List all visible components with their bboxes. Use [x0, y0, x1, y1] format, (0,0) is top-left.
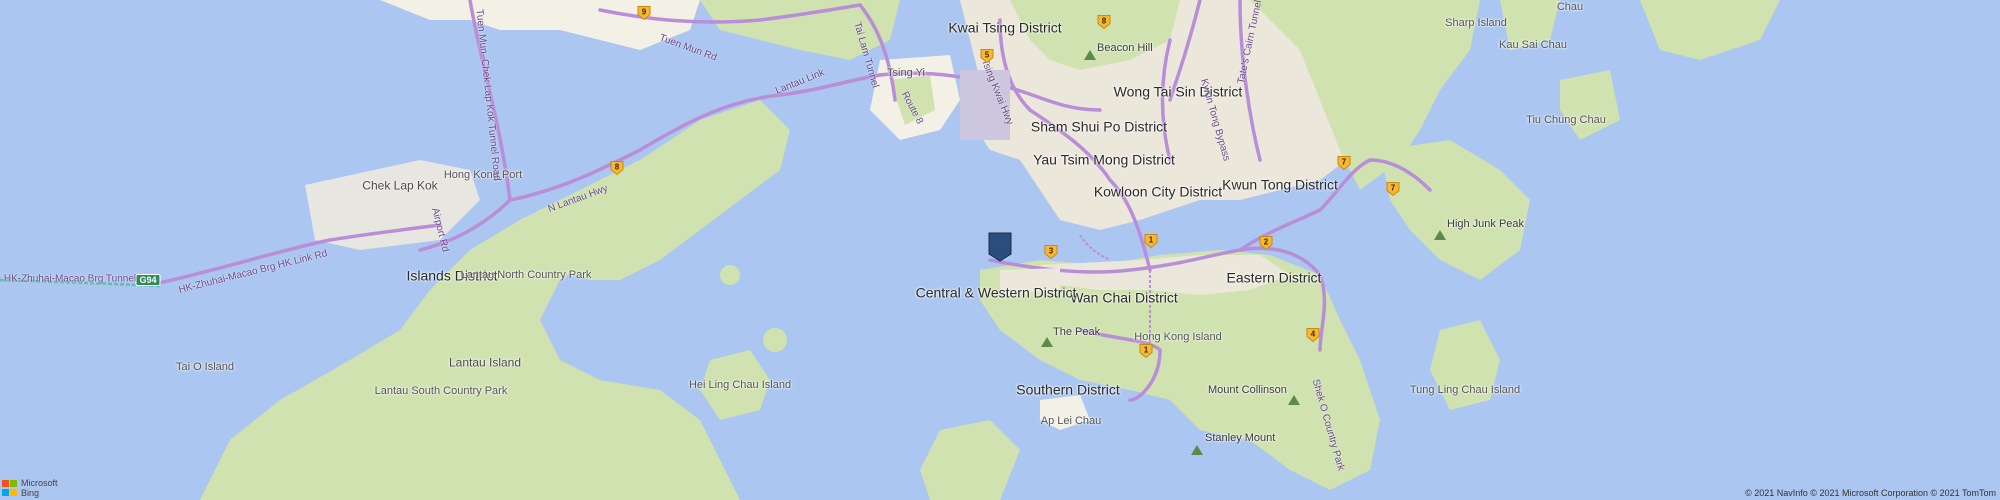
place-label-sharp-island: Sharp Island [1445, 16, 1507, 29]
mountain-icon [1434, 230, 1446, 240]
route-shield-icon: 2 [1259, 236, 1273, 251]
poi-label-beacon-hill: Beacon Hill [1097, 41, 1153, 54]
place-label-hong-kong-island: Hong Kong Island [1134, 330, 1222, 343]
route-badge-g94: G94 [135, 274, 161, 286]
place-label-tai-o: Tai O Island [175, 360, 235, 373]
district-label-southern: Southern District [1016, 381, 1120, 398]
route-shield-icon: 7 [1386, 182, 1400, 197]
bing-brand[interactable]: Microsoft Bing [2, 478, 58, 498]
place-label-chau: Chau [1556, 0, 1584, 13]
poi-label-high-junk-peak: High Junk Peak [1447, 217, 1525, 230]
copyright-text: © 2021 NavInfo © 2021 Microsoft Corporat… [1745, 488, 1996, 498]
route-shield-icon: 4 [1306, 328, 1320, 343]
location-pin-icon[interactable] [988, 232, 1012, 262]
district-label-wong-tai-sin: Wong Tai Sin District [1113, 83, 1243, 100]
route-shield-icon: 7 [1337, 156, 1351, 171]
place-label-tiu-chung-chau: Tiu Chung Chau [1526, 113, 1606, 126]
district-label-wan-chai: Wan Chai District [1070, 289, 1178, 306]
route-shield-icon: 8 [1097, 15, 1111, 30]
mountain-icon [1191, 445, 1203, 455]
poi-label-stanley-mount: Stanley Mount [1205, 431, 1276, 444]
mountain-icon [1084, 50, 1096, 60]
district-label-kowloon-city: Kowloon City District [1093, 183, 1223, 200]
place-label-tung-ling-chau: Tung Ling Chau Island [1409, 383, 1521, 396]
route-shield-icon: 5 [980, 49, 994, 64]
place-label-hei-ling-chau: Hei Ling Chau Island [688, 378, 792, 391]
place-label-kau-sai-chau: Kau Sai Chau [1499, 38, 1567, 51]
mountain-icon [1288, 395, 1300, 405]
district-label-kwun-tong: Kwun Tong District [1222, 176, 1338, 193]
place-label-lantau-island: Lantau Island [448, 355, 522, 370]
place-label-ap-lei-chau: Ap Lei Chau [1040, 414, 1102, 427]
poi-label-mount-collinson: Mount Collinson [1208, 383, 1287, 396]
place-label-hong-kong-port: Hong Kong Port [443, 168, 523, 181]
map-canvas[interactable]: Kwai Tsing District Wong Tai Sin Distric… [0, 0, 2000, 500]
place-label-chek-lap-kok: Chek Lap Kok [362, 178, 438, 193]
district-label-yau-tsim-mong: Yau Tsim Mong District [1033, 151, 1175, 168]
district-label-kwai-tsing: Kwai Tsing District [948, 19, 1062, 36]
route-shield-icon: 9 [637, 6, 651, 21]
poi-label-the-peak: The Peak [1053, 325, 1101, 338]
route-shield-icon: 8 [610, 161, 624, 176]
brand-line2: Bing [21, 488, 40, 498]
route-shield-icon: 1 [1144, 234, 1158, 249]
place-label-tsing-yi: Tsing Yi [887, 66, 925, 79]
route-shield-icon: 3 [1044, 245, 1058, 260]
district-label-eastern: Eastern District [1226, 269, 1322, 286]
microsoft-logo-icon [2, 480, 18, 496]
route-shield-icon: 1 [1139, 344, 1153, 359]
place-label-lantau-north: Lantau North Country Park [460, 268, 592, 281]
place-label-lantau-south: Lantau South Country Park [374, 384, 508, 397]
mountain-icon [1041, 337, 1053, 347]
brand-line1: Microsoft [21, 478, 58, 488]
district-label-central-western: Central & Western District [915, 284, 1077, 301]
district-label-sham-shui-po: Sham Shui Po District [1030, 118, 1168, 135]
road-label-hzmb-tunnel: HK-Zhuhai-Macao Brg Tunnel [3, 273, 137, 285]
